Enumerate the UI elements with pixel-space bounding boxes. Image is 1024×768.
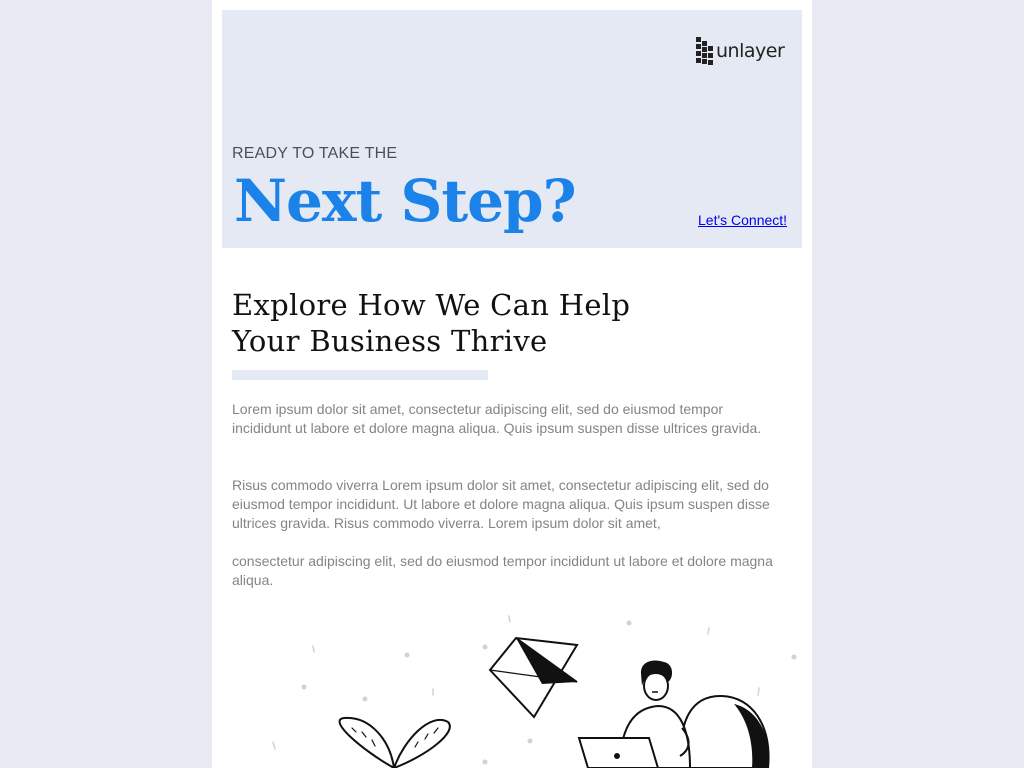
body-paragraph-2: Risus commodo viverra Lorem ipsum dolor … <box>232 477 770 531</box>
section-title: Explore How We Can Help Your Business Th… <box>232 287 652 359</box>
brand-logo[interactable]: unlayer <box>696 37 785 65</box>
hero-banner: unlayer READY TO TAKE THE Next Step? Let… <box>222 10 802 248</box>
body-paragraph-1: Lorem ipsum dolor sit amet, consectetur … <box>232 401 762 436</box>
unlayer-logo-icon <box>696 37 714 65</box>
title-divider <box>232 370 488 380</box>
section-title-line-2: Your Business Thrive <box>232 324 548 358</box>
hero-headline: Next Step? <box>234 167 577 235</box>
lets-connect-link[interactable]: Let's Connect! <box>698 212 787 228</box>
hero-kicker: READY TO TAKE THE <box>232 145 398 162</box>
section-title-line-1: Explore How We Can Help <box>232 288 631 322</box>
logo-text: unlayer <box>716 40 785 62</box>
email-container: unlayer READY TO TAKE THE Next Step? Let… <box>212 0 812 768</box>
body-paragraph-3: consectetur adipiscing elit, sed do eius… <box>232 553 773 588</box>
person-with-laptop-illustration <box>272 615 797 768</box>
